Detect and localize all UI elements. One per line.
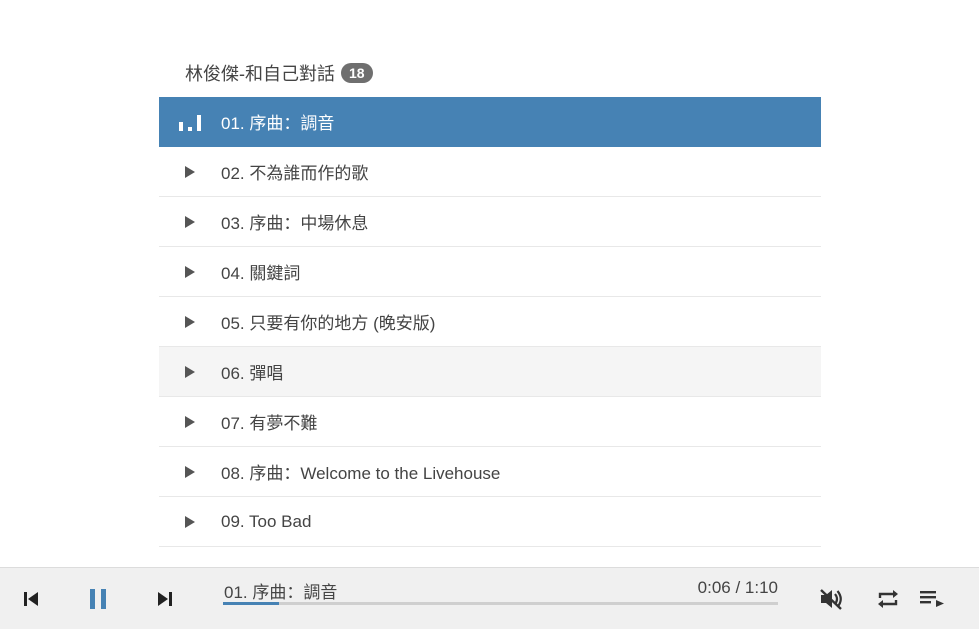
play-icon[interactable]: [185, 165, 195, 178]
play-icon[interactable]: [185, 315, 195, 328]
track-label: 02. 不為誰而作的歌: [221, 164, 369, 183]
playlist: 林俊傑-和自己對話 18 01. 序曲：調音 02. 不為誰而作的歌 03. 序…: [159, 48, 821, 547]
track-label: 05. 只要有你的地方 (晚安版): [221, 314, 436, 333]
playlist-icon: [920, 591, 944, 607]
track-row-09[interactable]: 09. Too Bad: [159, 497, 821, 547]
track-label: 08. 序曲：Welcome to the Livehouse: [221, 464, 501, 483]
track-row-06[interactable]: 06. 彈唱: [159, 347, 821, 397]
progress-fill: [223, 602, 279, 605]
repeat-button[interactable]: [872, 568, 904, 630]
track-label: 01. 序曲：調音: [221, 114, 335, 133]
repeat-icon: [878, 590, 898, 608]
previous-button[interactable]: [14, 568, 48, 630]
play-icon[interactable]: [185, 365, 195, 378]
player-bar: 01. 序曲：調音 0:06 / 1:10: [0, 567, 979, 629]
skip-previous-icon: [24, 592, 38, 606]
play-icon[interactable]: [185, 415, 195, 428]
track-label: 03. 序曲：中場休息: [221, 214, 369, 233]
volume-off-icon: [820, 589, 842, 610]
track-row-07[interactable]: 07. 有夢不難: [159, 397, 821, 447]
track-row-03[interactable]: 03. 序曲：中場休息: [159, 197, 821, 247]
pause-button[interactable]: [80, 568, 116, 630]
time-display: 0:06 / 1:10: [697, 578, 778, 597]
now-playing-equalizer-icon: [159, 113, 221, 131]
track-label: 04. 關鍵詞: [221, 264, 301, 283]
play-icon[interactable]: [185, 515, 195, 528]
progress-bar[interactable]: [223, 602, 778, 605]
playlist-header: 林俊傑-和自己對話 18: [159, 48, 821, 97]
play-icon[interactable]: [185, 215, 195, 228]
track-count-badge: 18: [341, 62, 373, 83]
track-row-08[interactable]: 08. 序曲：Welcome to the Livehouse: [159, 447, 821, 497]
mute-button[interactable]: [814, 568, 848, 630]
now-playing-title: 01. 序曲：調音: [224, 583, 338, 602]
track-row-05[interactable]: 05. 只要有你的地方 (晚安版): [159, 297, 821, 347]
playlist-button[interactable]: [916, 568, 948, 630]
next-button[interactable]: [148, 568, 182, 630]
track-label: 09. Too Bad: [221, 511, 312, 531]
play-icon[interactable]: [185, 465, 195, 478]
playlist-title: 林俊傑-和自己對話: [185, 63, 335, 84]
track-row-02[interactable]: 02. 不為誰而作的歌: [159, 147, 821, 197]
track-label: 07. 有夢不難: [221, 414, 318, 433]
track-row-01[interactable]: 01. 序曲：調音: [159, 97, 821, 147]
play-icon[interactable]: [185, 265, 195, 278]
skip-next-icon: [158, 592, 172, 606]
pause-icon: [90, 589, 106, 609]
track-label: 06. 彈唱: [221, 364, 284, 383]
track-row-04[interactable]: 04. 關鍵詞: [159, 247, 821, 297]
